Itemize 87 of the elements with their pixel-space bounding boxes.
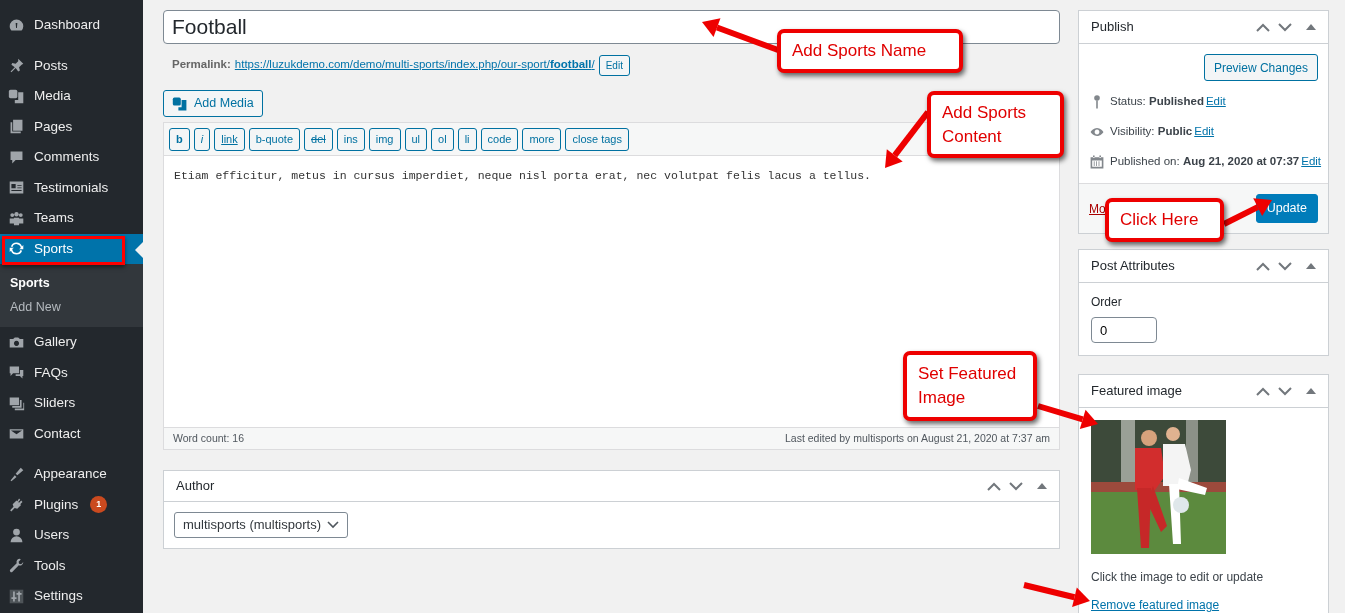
media-icon [8,87,25,105]
sidebar-item[interactable]: Pages [0,111,143,142]
author-select[interactable]: multisports (multisports) [174,512,348,538]
title-field[interactable]: Football [163,10,1060,44]
format-button[interactable]: link [214,127,245,151]
sidebar-item[interactable]: Testimonials [0,172,143,203]
sidebar-item[interactable]: Tools [0,550,143,581]
sidebar-item[interactable]: FAQs [0,357,143,388]
last-edited-text: Last edited by multisports on August 21, 2020 at 7:37 am [785,430,1050,446]
move-up-icon[interactable] [1256,386,1270,396]
panel-title: Publish [1091,18,1134,37]
preview-changes-button[interactable]: Preview Changes [1203,54,1318,81]
callout-note: Click Here [1105,198,1224,242]
format-button[interactable]: img [368,127,401,151]
submenu-item[interactable]: Sports [0,271,143,295]
sliders-icon [8,587,25,605]
format-button[interactable]: ins [336,127,365,151]
sidebar-item[interactable]: Plugins 1 [0,489,143,520]
add-media-button[interactable]: Add Media [163,90,263,117]
move-up-icon[interactable] [1256,261,1270,271]
panel-title: Author [176,477,215,496]
format-button[interactable]: ul [404,127,428,151]
format-button[interactable]: ol [431,127,454,151]
sidebar-item[interactable]: Contact [0,418,143,449]
user-icon [8,526,25,544]
format-button[interactable]: code [480,127,519,151]
order-label: Order [1091,294,1123,311]
move-up-icon[interactable] [987,481,1001,491]
format-button[interactable]: b-quote [248,127,300,151]
sidebar-item[interactable]: Gallery [0,327,143,358]
callout-note: Add Sports Content [927,91,1064,158]
permalink-label: Permalink: [172,57,231,73]
sidebar-item[interactable]: Users [0,520,143,551]
callout-note: Add Sports Name [777,29,963,73]
publish-detail: Status: Published [1110,94,1204,110]
format-button[interactable]: b [169,127,190,151]
panel-title: Post Attributes [1091,257,1175,276]
sidebar-item[interactable]: Sliders [0,388,143,419]
calendar-icon [1089,154,1105,170]
edit-link[interactable]: Edit [1205,93,1226,111]
callout-note: Set Featured Image [903,351,1037,421]
publish-detail: Visibility: Public [1110,124,1193,140]
order-field[interactable]: 0 [1091,317,1157,343]
media-icon [172,95,188,112]
sidebar-item[interactable]: Comments [0,142,143,173]
pages-icon [8,118,25,136]
format-button[interactable]: more [522,127,562,151]
sidebar-item[interactable]: Dashboard [0,10,143,41]
edit-link[interactable]: Edit [1194,123,1215,141]
move-down-icon[interactable] [1278,261,1292,271]
format-button[interactable]: li [457,127,477,151]
format-button[interactable]: close tags [565,127,629,151]
arrow [1023,582,1090,607]
featured-image-hint: Click the image to edit or update [1091,569,1265,586]
sidebar-item[interactable]: Teams [0,203,143,234]
move-up-icon[interactable] [1256,22,1270,32]
collapse-icon[interactable] [1037,483,1047,489]
publish-detail: Published on: Aug 21, 2020 at 07:37 [1110,154,1300,170]
collapse-icon[interactable] [1306,263,1316,269]
arrow [1037,403,1098,429]
format-button[interactable]: i [193,127,211,151]
plug-icon [8,496,25,514]
sidebar-item[interactable]: Posts [0,50,143,81]
sidebar-item[interactable]: Appearance [0,459,143,490]
collapse-icon[interactable] [1306,388,1316,394]
move-to-trash-link[interactable]: Mo [1089,199,1106,218]
sidebar-item[interactable]: Settings [0,581,143,612]
wrench-icon [8,557,25,575]
panel-title: Featured image [1091,382,1183,401]
notification-badge: 1 [90,496,108,514]
permalink-link[interactable]: https://luzukdemo.com/demo/multi-sports/index.php/our-sport/football/ [234,56,595,74]
caret-icon [326,521,339,529]
edit-button[interactable]: Edit [598,54,630,76]
edit-link[interactable]: Edit [1301,153,1322,171]
format-button[interactable]: del [304,127,333,151]
move-down-icon[interactable] [1278,386,1292,396]
move-down-icon[interactable] [1009,481,1023,491]
collapse-icon[interactable] [1306,24,1316,30]
submenu-item[interactable]: Add New [0,295,143,319]
sidebar-item[interactable]: Media [0,81,143,112]
remove-featured-image-link[interactable]: Remove featured image [1091,596,1316,613]
word-count: Word count: 16 [173,430,244,446]
people-icon [8,209,25,227]
move-down-icon[interactable] [1278,22,1292,32]
update-button[interactable]: Update [1255,194,1318,223]
brush-icon [8,465,25,483]
pin-icon [8,57,25,75]
